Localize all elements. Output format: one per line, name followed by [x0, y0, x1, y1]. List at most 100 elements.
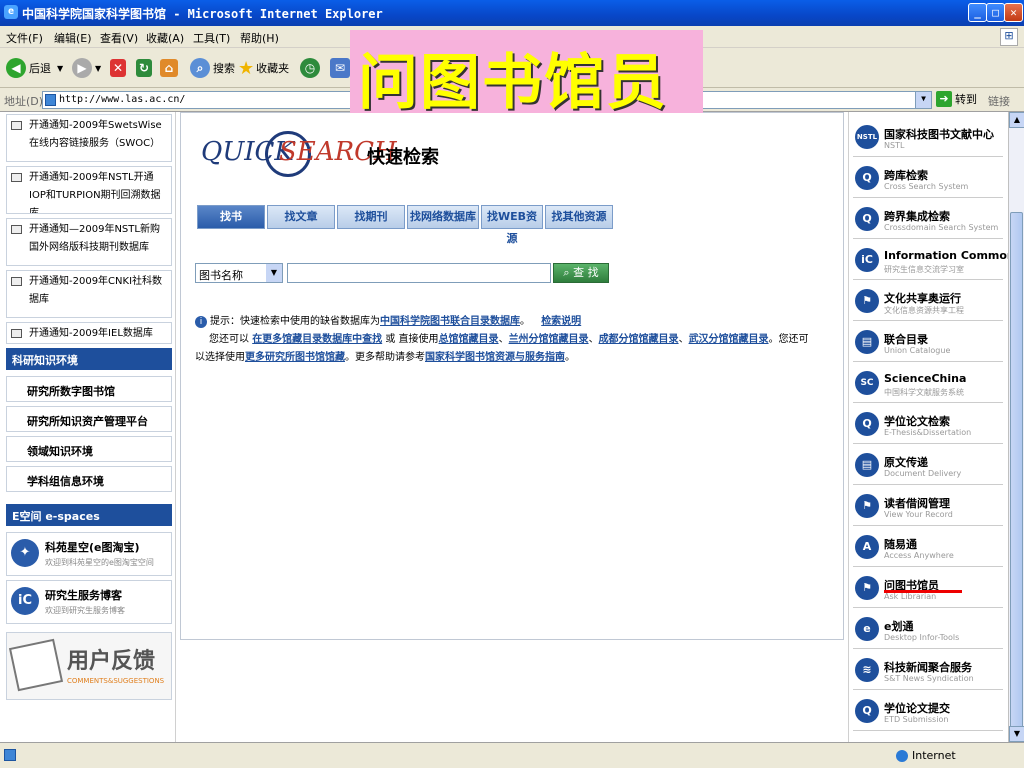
search-input[interactable]	[287, 263, 551, 283]
favorites-button[interactable]: ★ 收藏夹	[238, 56, 289, 80]
institute-libraries-link[interactable]: 更多研究所图书馆馆藏	[245, 352, 345, 363]
service-item[interactable]: ⚑ 文化共享奥运行 文化信息资源共享工程	[853, 282, 1003, 321]
menu-file[interactable]: 文件(F)	[6, 30, 43, 46]
access-icon: A	[855, 535, 879, 559]
search-icon: ⌕	[563, 266, 574, 279]
left-sidebar: 开通通知-2009年SwetsWise在线内容链接服务（SWOC） 开通通知-2…	[0, 112, 176, 742]
scroll-down-icon[interactable]: ▼	[1009, 726, 1024, 742]
address-label: 地址(D)	[4, 95, 44, 108]
search-submit-button[interactable]: ⌕ 查 找	[553, 263, 609, 283]
refresh-icon: ↻	[136, 59, 152, 77]
more-catalog-link[interactable]: 在更多馆藏目录数据库中查找	[252, 334, 382, 345]
stop-button[interactable]: ✕	[110, 56, 129, 80]
service-guide-link[interactable]: 国家科学图书馆资源与服务指南	[425, 352, 565, 363]
minimize-button[interactable]: _	[968, 3, 987, 22]
notice-item[interactable]: 开通通知-2009年IEL数据库	[6, 322, 172, 344]
notice-item[interactable]: 开通通知-2009年NSTL开通IOP和TURPION期刊回溯数据库	[6, 166, 172, 214]
search-icon: Q	[855, 699, 879, 723]
menu-help[interactable]: 帮助(H)	[240, 30, 279, 46]
search-tips: i 提示：快速检索中使用的缺省数据库为中国科学院图书联合目录数据库。 检索说明 您…	[195, 316, 809, 363]
feedback-banner[interactable]: 用户反馈 COMMENTS&SUGGESTIONS	[6, 632, 172, 700]
tab-web[interactable]: 找WEB资源	[481, 205, 543, 245]
page-content: 开通通知-2009年SwetsWise在线内容链接服务（SWOC） 开通通知-2…	[0, 112, 1024, 742]
chevron-down-icon: ▼	[266, 264, 282, 282]
search-icon: Q	[855, 412, 879, 436]
service-item[interactable]: SC ScienceChina 中国科学文献服务系统	[853, 364, 1003, 403]
service-item[interactable]: NSTL 国家科技图书文献中心 NSTL	[853, 118, 1003, 157]
notice-item[interactable]: 开通通知—2009年NSTL新购国外网络版科技期刊数据库	[6, 218, 172, 266]
notice-icon	[11, 121, 22, 130]
links-toolbar[interactable]: 链接	[988, 93, 1010, 109]
nav-item[interactable]: 领域知识环境	[6, 436, 172, 462]
history-button[interactable]: ◷	[300, 56, 323, 80]
menu-favorites[interactable]: 收藏(A)	[146, 30, 184, 46]
notice-item[interactable]: 开通通知-2009年SwetsWise在线内容链接服务（SWOC）	[6, 114, 172, 162]
menu-edit[interactable]: 编辑(E)	[54, 30, 92, 46]
forward-button[interactable]: ▶ ▼	[72, 56, 101, 80]
refresh-button[interactable]: ↻	[136, 56, 155, 80]
service-item[interactable]: Q 跨库检索 Cross Search System	[853, 159, 1003, 198]
tab-other[interactable]: 找其他资源	[545, 205, 613, 229]
search-button[interactable]: ⌕ 搜索	[190, 56, 235, 80]
menu-tools[interactable]: 工具(T)	[193, 30, 230, 46]
tab-databases[interactable]: 找网络数据库	[407, 205, 479, 229]
notice-item[interactable]: 开通通知-2009年CNKI社科数据库	[6, 270, 172, 318]
info-icon: i	[195, 316, 207, 328]
vertical-scrollbar[interactable]: ▲ ▼	[1008, 112, 1024, 742]
back-button[interactable]: ◀ 后退 ▼	[6, 56, 63, 80]
status-bar: Internet	[0, 742, 1024, 768]
service-item-ask-librarian[interactable]: ⚑ 问图书馆员 Ask Librarian	[853, 569, 1003, 608]
service-item[interactable]: Q 学位论文检索 E-Thesis&Dissertation	[853, 405, 1003, 444]
document-icon: ▤	[855, 453, 879, 477]
scroll-thumb[interactable]	[1010, 212, 1023, 742]
service-item[interactable]: Q 学位论文提交 ETD Submission	[853, 692, 1003, 731]
wuhan-catalog-link[interactable]: 武汉分馆馆藏目录	[689, 334, 769, 345]
home-button[interactable]: ⌂	[160, 56, 181, 80]
service-item[interactable]: ⚑ 读者借阅管理 View Your Record	[853, 487, 1003, 526]
right-sidebar: NSTL 国家科技图书文献中心 NSTL Q 跨库检索 Cross Search Sys…	[848, 112, 1021, 742]
service-item[interactable]: A 随易通 Access Anywhere	[853, 528, 1003, 567]
search-field-select[interactable]: 图书名称 ▼	[195, 263, 283, 283]
back-arrow-icon: ◀	[6, 58, 26, 78]
scroll-up-icon[interactable]: ▲	[1009, 112, 1024, 128]
address-dropdown-icon[interactable]: ▼	[915, 92, 931, 108]
service-item[interactable]: iC Information Commons 研究生信息交流学习室	[853, 241, 1021, 280]
espace-item[interactable]: iC 研究生服务博客 欢迎到研究生服务博客	[6, 580, 172, 624]
maximize-button[interactable]: □	[986, 3, 1005, 22]
windows-logo-icon: ⊞	[1000, 28, 1018, 46]
chengdu-catalog-link[interactable]: 成都分馆馆藏目录	[599, 334, 679, 345]
tab-articles[interactable]: 找文章	[267, 205, 335, 229]
rss-icon: ≋	[855, 658, 879, 682]
default-db-link[interactable]: 中国科学院图书联合目录数据库	[380, 316, 520, 327]
ic-icon: iC	[11, 587, 39, 615]
tab-books[interactable]: 找书	[197, 205, 265, 229]
forward-arrow-icon: ▶	[72, 58, 92, 78]
lanzhou-catalog-link[interactable]: 兰州分馆馆藏目录	[509, 334, 589, 345]
person-icon: ⚑	[855, 289, 879, 313]
service-item[interactable]: ▤ 原文传递 Document Delivery	[853, 446, 1003, 485]
tab-journals[interactable]: 找期刊	[337, 205, 405, 229]
go-button[interactable]: ➜ 转到	[936, 91, 977, 107]
search-icon: Q	[855, 166, 879, 190]
service-item[interactable]: ▤ 联合目录 Union Catalogue	[853, 323, 1003, 362]
search-help-link[interactable]: 检索说明	[541, 316, 581, 327]
go-arrow-icon: ➜	[936, 91, 952, 107]
service-item[interactable]: e e划通 Desktop Infor-Tools	[853, 610, 1003, 649]
history-icon: ◷	[300, 58, 320, 78]
search-icon: Q	[855, 207, 879, 231]
nav-item[interactable]: 研究所数字图书馆	[6, 376, 172, 402]
main-catalog-link[interactable]: 总馆馆藏目录	[439, 334, 499, 345]
globe-icon	[896, 749, 908, 762]
window-title: 中国科学院国家科学图书馆 - Microsoft Internet Explor…	[22, 7, 383, 21]
nav-item[interactable]: 学科组信息环境	[6, 466, 172, 492]
nav-item[interactable]: 研究所知识资产管理平台	[6, 406, 172, 432]
espace-item[interactable]: ✦ 科苑星空(e图淘宝) 欢迎到科苑星空的e图淘宝空间	[6, 532, 172, 576]
service-item[interactable]: ≋ 科技新闻聚合服务 S&T News Syndication	[853, 651, 1003, 690]
service-item[interactable]: Q 跨界集成检索 Crossdomain Search System	[853, 200, 1003, 239]
feedback-pencil-icon	[8, 638, 64, 692]
title-bar: e 中国科学院国家科学图书馆 - Microsoft Internet Expl…	[0, 0, 1024, 26]
close-button[interactable]: ✕	[1004, 3, 1023, 22]
quick-search-panel: QUICK SEARCH 快速检索 找书 找文章 找期刊 找网络数据库 找WEB…	[180, 112, 844, 640]
section-header-research: 科研知识环境	[6, 348, 172, 370]
menu-view[interactable]: 查看(V)	[100, 30, 138, 46]
